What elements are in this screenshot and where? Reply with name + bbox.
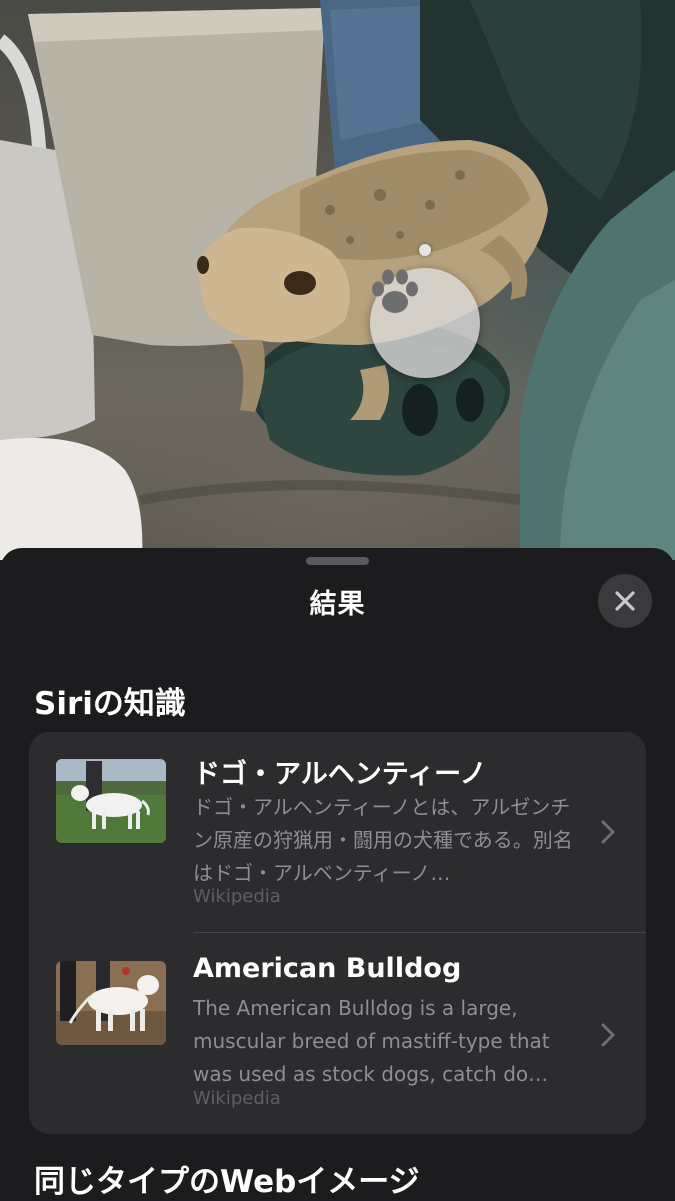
result-source: Wikipedia bbox=[193, 886, 281, 907]
paw-print-icon bbox=[372, 269, 418, 313]
result-description: The American Bulldog is a large, muscula… bbox=[193, 996, 550, 1086]
sheet-title: 結果 bbox=[309, 589, 366, 620]
sheet-grabber[interactable] bbox=[306, 557, 369, 565]
chevron-right-icon bbox=[601, 1023, 615, 1047]
visual-lookup-dot bbox=[419, 244, 431, 256]
results-sheet: 結果 Siriの知識 ドゴ・アルヘンティーノ ドゴ・アルヘンティーノとは、アルゼ… bbox=[0, 548, 675, 1200]
photo-scene bbox=[0, 0, 675, 560]
result-thumbnail bbox=[56, 961, 166, 1045]
close-button[interactable] bbox=[598, 574, 652, 628]
web-images-heading: 同じタイプのWebイメージ bbox=[34, 1164, 420, 1200]
result-source: Wikipedia bbox=[193, 1088, 281, 1109]
xmark-icon bbox=[615, 591, 635, 611]
photo-view bbox=[0, 0, 675, 560]
siri-knowledge-heading: Siriの知識 bbox=[34, 686, 186, 722]
visual-lookup-button[interactable] bbox=[370, 268, 480, 378]
result-thumbnail bbox=[56, 759, 166, 843]
result-item-dogo-argentino[interactable]: ドゴ・アルヘンティーノ ドゴ・アルヘンティーノとは、アルゼンチン原産の狩猟用・闘… bbox=[29, 732, 646, 932]
chevron-right-icon bbox=[601, 820, 615, 844]
result-description: ドゴ・アルヘンティーノとは、アルゼンチン原産の狩猟用・闘用の犬種である。別名はド… bbox=[193, 795, 573, 885]
siri-knowledge-card: ドゴ・アルヘンティーノ ドゴ・アルヘンティーノとは、アルゼンチン原産の狩猟用・闘… bbox=[29, 732, 646, 1134]
result-title: American Bulldog bbox=[193, 953, 462, 984]
result-item-american-bulldog[interactable]: American Bulldog The American Bulldog is… bbox=[29, 933, 646, 1133]
result-title: ドゴ・アルヘンティーノ bbox=[193, 759, 487, 790]
